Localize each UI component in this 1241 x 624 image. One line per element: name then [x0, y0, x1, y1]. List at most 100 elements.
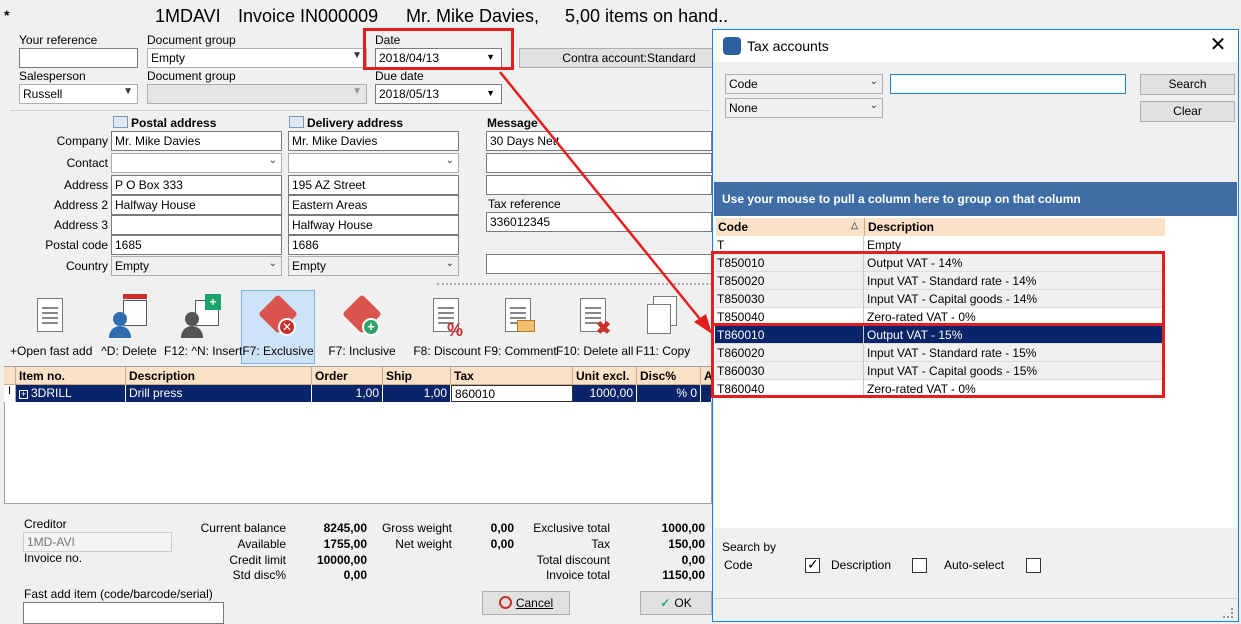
postal-contact-select[interactable]: ⌄	[111, 153, 282, 173]
customer-name: Mr. Mike Davies,	[406, 6, 540, 26]
postal-postal-code-input[interactable]: 1685	[111, 235, 282, 255]
invoice-total-label: Invoice total	[545, 568, 610, 582]
delivery-company-input[interactable]: Mr. Mike Davies	[288, 131, 459, 151]
resize-grip-icon[interactable]	[1223, 608, 1233, 618]
creditor-input[interactable]: 1MD-AVI	[23, 532, 172, 552]
expand-icon[interactable]: +	[19, 390, 28, 399]
inclusive-button[interactable]: + F7: Inclusive	[325, 290, 399, 362]
filter-select-value: None	[729, 101, 758, 115]
copy-icon	[643, 294, 683, 340]
salesperson-select[interactable]: Russell ▼	[19, 84, 138, 104]
your-reference-input[interactable]	[19, 48, 138, 68]
description-checkbox[interactable]	[912, 558, 927, 573]
code-checkbox[interactable]: ✓	[805, 556, 820, 573]
delivery-contact-select[interactable]: ⌄	[288, 153, 459, 173]
field-select[interactable]: Code ⌄	[725, 74, 883, 94]
country-label: Country	[65, 259, 108, 273]
item-cell[interactable]: +3DRILL	[16, 385, 126, 402]
document-group-label: Document group	[147, 33, 236, 47]
creditor-label: Creditor	[24, 517, 67, 531]
exclusive-button[interactable]: ✕ F7: Exclusive	[241, 290, 315, 362]
gross-weight-label: Gross weight	[381, 521, 452, 535]
delivery-address-2-input[interactable]: Eastern Areas	[288, 195, 459, 215]
close-icon[interactable]: ✕	[1207, 34, 1229, 56]
col-tax[interactable]: Tax	[451, 367, 573, 385]
group-panel[interactable]: Use your mouse to pull a column here to …	[714, 182, 1237, 216]
description-option-label: Description	[831, 558, 892, 572]
delivery-postal-code-input[interactable]: 1686	[288, 235, 459, 255]
col-disc[interactable]: Disc%	[637, 367, 701, 385]
ok-button[interactable]: ✓ OK	[640, 591, 712, 615]
col-description-header[interactable]: Description	[865, 218, 1165, 236]
search-input[interactable]	[890, 74, 1126, 94]
col-code-label: Code	[718, 220, 748, 234]
contra-account-button[interactable]: Contra account:Standard	[519, 48, 739, 68]
col-ship[interactable]: Ship	[383, 367, 451, 385]
delivery-country-select[interactable]: Empty ⌄	[288, 256, 459, 276]
message-line-3[interactable]	[486, 175, 712, 195]
delivery-address-value: 195 AZ Street	[292, 178, 366, 192]
autoselect-option-label: Auto-select	[944, 558, 1005, 572]
col-description[interactable]: Description	[126, 367, 312, 385]
order-cell[interactable]: 1,00	[312, 385, 383, 402]
filter-select[interactable]: None ⌄	[725, 98, 883, 118]
tax-reference-input[interactable]: 336012345	[486, 212, 712, 232]
open-fast-add-button[interactable]: +Open fast add	[10, 290, 92, 362]
message-line-1[interactable]: 30 Days Nett	[486, 131, 712, 151]
address-label: Address	[63, 178, 108, 192]
ship-cell[interactable]: 1,00	[383, 385, 451, 402]
description-cell[interactable]: Drill press	[126, 385, 312, 402]
company-label: Company	[56, 134, 108, 148]
fast-add-input[interactable]	[23, 602, 224, 624]
delivery-company-value: Mr. Mike Davies	[292, 134, 378, 148]
extra-input[interactable]	[486, 254, 712, 274]
postal-code-label: Postal code	[45, 238, 108, 252]
postal-address-3-input[interactable]	[111, 215, 282, 235]
col-item-no[interactable]: Item no.	[16, 367, 126, 385]
std-disc-value: 0,00	[343, 568, 367, 582]
autoselect-checkbox[interactable]	[1026, 558, 1041, 573]
copy-label: F11: Copy	[635, 344, 691, 358]
col-order[interactable]: Order	[312, 367, 383, 385]
tax-cell[interactable]: 860010	[451, 385, 573, 402]
delivery-address-input[interactable]: 195 AZ Street	[288, 175, 459, 195]
chevron-down-icon: ⌄	[445, 258, 454, 269]
dialog-title: Tax accounts	[747, 38, 829, 54]
col-code-header[interactable]: Code △	[716, 218, 865, 236]
clear-button[interactable]: Clear	[1140, 101, 1235, 122]
comment-icon	[499, 294, 539, 340]
exclusive-label: F7: Exclusive	[242, 344, 314, 358]
chevron-down-icon: ▼	[486, 88, 495, 98]
account-code: 1MDAVI	[155, 6, 221, 26]
postal-address-input[interactable]: P O Box 333	[111, 175, 282, 195]
search-button[interactable]: Search	[1140, 74, 1235, 95]
insert-line-icon: +	[181, 294, 221, 340]
comment-button[interactable]: F9: Comment	[484, 290, 557, 362]
copy-button[interactable]: F11: Copy	[634, 290, 692, 362]
std-disc-label: Std disc%	[232, 568, 286, 582]
disc-cell[interactable]: % 0	[637, 385, 701, 402]
due-date-picker[interactable]: 2018/05/13 ▼	[375, 84, 502, 104]
document-group2-select[interactable]: ▼	[147, 84, 367, 104]
cancel-label: Cancel	[515, 596, 554, 610]
postal-address-2-input[interactable]: Halfway House	[111, 195, 282, 215]
delete-line-label: ^D: Delete	[101, 344, 157, 358]
document-group-select[interactable]: Empty ▼	[147, 48, 367, 68]
discount-icon: %	[427, 294, 467, 340]
postal-country-select[interactable]: Empty ⌄	[111, 256, 282, 276]
postal-company-input[interactable]: Mr. Mike Davies	[111, 131, 282, 151]
cancel-button[interactable]: Cancel	[482, 591, 570, 615]
message-line-2[interactable]	[486, 153, 712, 173]
col-unit-excl[interactable]: Unit excl.	[573, 367, 637, 385]
insert-line-button[interactable]: + F12: ^N: Insert	[164, 290, 242, 362]
discount-button[interactable]: % F8: Discount	[410, 290, 484, 362]
code-option-label: Code	[724, 558, 753, 572]
postal-postal-code-value: 1685	[115, 238, 142, 252]
due-date-value: 2018/05/13	[379, 87, 440, 101]
delivery-address-3-value: Halfway House	[292, 218, 373, 232]
delivery-address-3-input[interactable]: Halfway House	[288, 215, 459, 235]
contact-label: Contact	[66, 156, 108, 170]
unit-excl-cell[interactable]: 1000,00	[573, 385, 637, 402]
delete-all-button[interactable]: ✖ F10: Delete all	[556, 290, 633, 362]
delete-line-button[interactable]: ^D: Delete	[98, 290, 160, 362]
